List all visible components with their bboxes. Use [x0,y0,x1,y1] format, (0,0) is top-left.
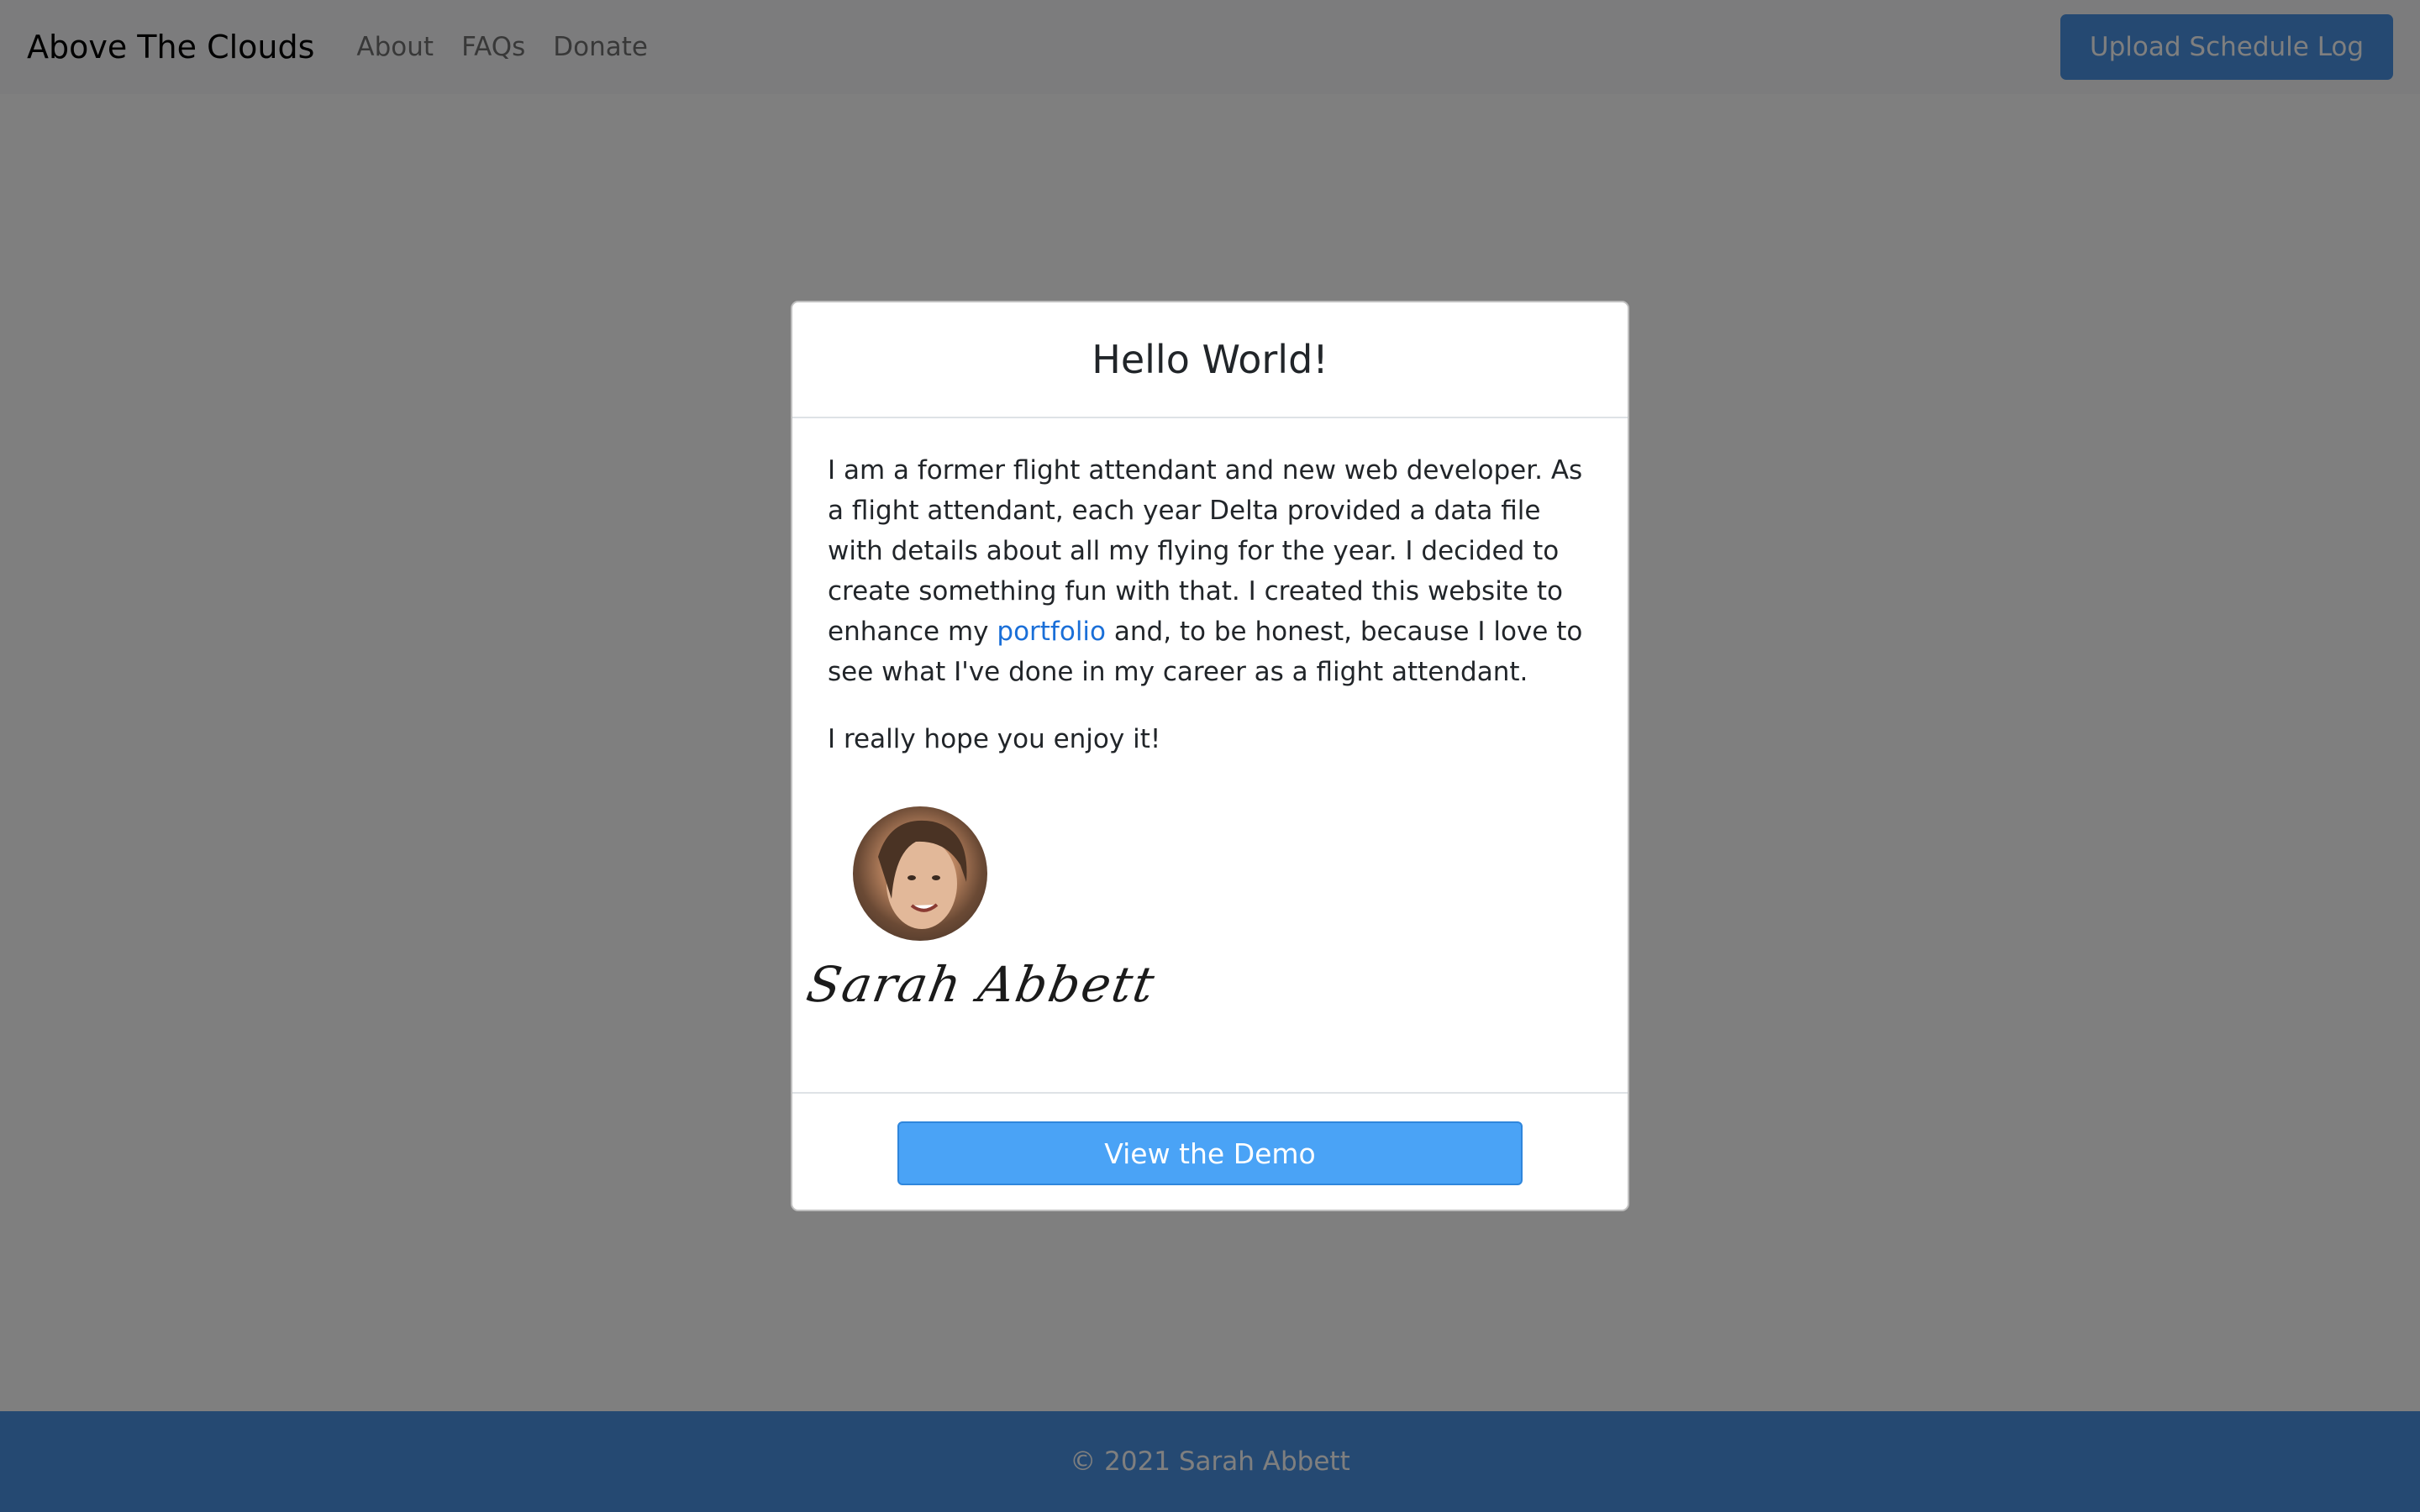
modal-footer: View the Demo [792,1092,1628,1210]
avatar-portrait [878,820,967,929]
avatar [853,806,987,941]
page: Above The Clouds About FAQs Donate Uploa… [0,0,2420,1512]
closing-paragraph: I really hope you enjoy it! [828,724,1161,754]
view-demo-button[interactable]: View the Demo [897,1121,1523,1185]
modal-title: Hello World! [1092,337,1328,382]
welcome-modal: Hello World! I am a former flight attend… [791,301,1629,1211]
signature: Sarah Abbett [802,956,1160,1013]
modal-header: Hello World! [792,302,1628,418]
modal-body: I am a former flight attendant and new w… [792,418,1628,1090]
portfolio-link[interactable]: portfolio [997,617,1106,647]
intro-paragraph: I am a former flight attendant and new w… [828,450,1592,692]
